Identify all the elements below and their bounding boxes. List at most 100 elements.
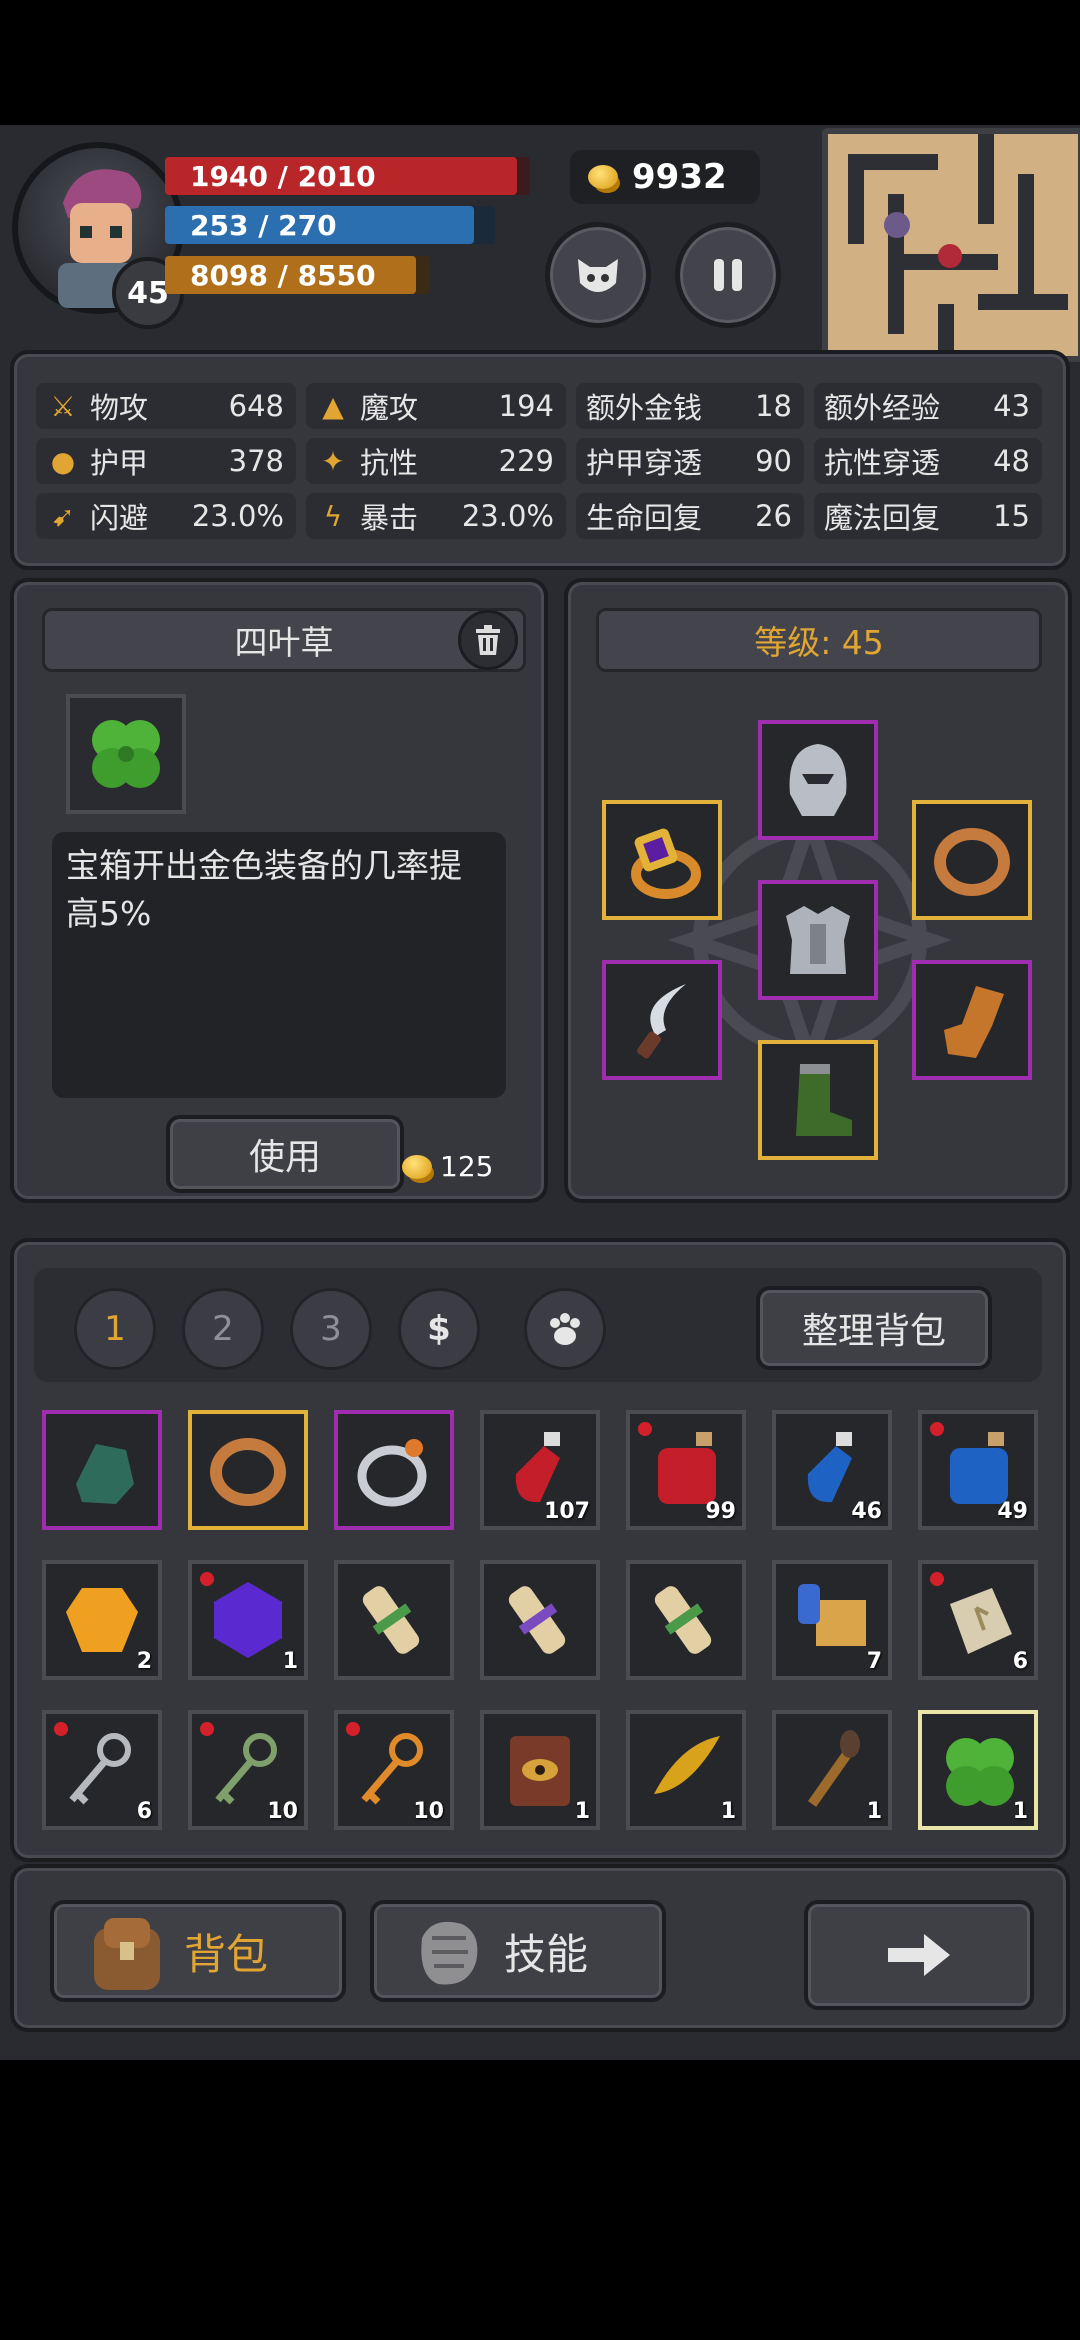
item-quantity: 6: [1012, 1649, 1028, 1674]
rune-stone-icon: [950, 1588, 1012, 1654]
inventory-slot[interactable]: 1: [626, 1710, 746, 1830]
stat-label: 魔法回复: [824, 501, 941, 535]
discard-button[interactable]: [458, 610, 518, 670]
inventory-slot[interactable]: 6: [42, 1710, 162, 1830]
inventory-slot[interactable]: 10: [334, 1710, 454, 1830]
inventory-slot[interactable]: 1: [772, 1710, 892, 1830]
sell-price: 125: [402, 1150, 493, 1183]
clover-icon: [946, 1738, 1014, 1806]
fist-icon: [421, 1921, 478, 1985]
inventory-slot[interactable]: 46: [772, 1410, 892, 1530]
bag-label: 背包: [184, 1929, 269, 1979]
item-quantity: 7: [866, 1649, 882, 1674]
equip-slot-gloves[interactable]: [912, 960, 1032, 1080]
maze-wall: [938, 304, 954, 354]
silver-key-icon: [69, 1733, 131, 1805]
gauntlet-icon: [76, 1444, 134, 1504]
feather-icon: [654, 1736, 720, 1794]
inventory-slot[interactable]: 1: [188, 1560, 308, 1680]
inventory-slot[interactable]: [42, 1410, 162, 1530]
equipment-level: 等级: 45: [754, 623, 884, 662]
inventory-slot[interactable]: 6: [918, 1560, 1038, 1680]
gold-amount: 9932: [632, 157, 727, 197]
minimap[interactable]: [822, 128, 1080, 362]
enemy-marker: [938, 244, 962, 268]
stat-3: 额外经验 43: [814, 383, 1042, 429]
stat-label: 护甲穿透: [586, 446, 703, 480]
bag-button[interactable]: 背包: [50, 1900, 346, 2002]
purple-gem-ring-icon: [631, 828, 701, 899]
item-name-bar: 四叶草: [42, 608, 526, 672]
tab-pet[interactable]: [524, 1288, 606, 1370]
pause-button[interactable]: [675, 222, 781, 328]
inventory-slot[interactable]: 2: [42, 1560, 162, 1680]
stat-2: 额外金钱 18: [576, 383, 804, 429]
stat-value: 18: [755, 389, 792, 423]
tab-label: 2: [212, 1309, 234, 1349]
next-button[interactable]: [804, 1900, 1034, 2010]
tab-page-2[interactable]: 2: [182, 1288, 264, 1370]
inventory-slot[interactable]: 1: [918, 1710, 1038, 1830]
running-icon: ➹: [51, 499, 75, 533]
inventory-slot[interactable]: [188, 1410, 308, 1530]
new-item-dot: [200, 1572, 214, 1586]
tab-page-3[interactable]: 3: [290, 1288, 372, 1370]
stat-label: 暴击: [360, 501, 419, 535]
arrow-right-icon: [888, 1934, 950, 1976]
orange-gem-icon: [66, 1588, 138, 1652]
stat-0: ⚔ 物攻 648: [36, 383, 296, 429]
skill-label: 技能: [504, 1929, 589, 1979]
equip-slot-helmet[interactable]: [758, 720, 878, 840]
map-scroll-icon: [798, 1584, 866, 1646]
equip-slot-ring-left[interactable]: [602, 800, 722, 920]
item-quantity: 10: [267, 1799, 298, 1824]
pause-icon: [714, 259, 742, 291]
inventory-slot[interactable]: 7: [772, 1560, 892, 1680]
sort-inventory-button[interactable]: 整理背包: [756, 1286, 992, 1370]
mp-text: 253 / 270: [190, 208, 337, 242]
stat-label: 生命回复: [586, 501, 703, 535]
hp-text: 1940 / 2010: [190, 159, 376, 193]
armor-icon: [786, 906, 850, 974]
new-item-dot: [54, 1722, 68, 1736]
maze-wall: [1018, 174, 1034, 304]
sword-icon: ⚔: [50, 389, 76, 423]
item-quantity: 107: [544, 1499, 590, 1524]
stat-label: 额外经验: [824, 391, 941, 425]
equip-slot-weapon[interactable]: [602, 960, 722, 1080]
tab-label: $: [427, 1309, 451, 1349]
stat-label: 物攻: [90, 391, 149, 425]
purple-gem-icon: [214, 1582, 282, 1658]
inventory-slot[interactable]: 10: [188, 1710, 308, 1830]
eye-book-icon: [510, 1736, 570, 1806]
inventory-slot[interactable]: 49: [918, 1410, 1038, 1530]
new-item-dot: [638, 1422, 652, 1436]
item-quantity: 10: [413, 1799, 444, 1824]
inventory-slot[interactable]: [480, 1560, 600, 1680]
stat-value: 26: [755, 499, 792, 533]
inventory-slot[interactable]: [334, 1560, 454, 1680]
pet-button[interactable]: [545, 222, 651, 328]
inventory-slot[interactable]: [626, 1560, 746, 1680]
tab-shop[interactable]: $: [398, 1288, 480, 1370]
xp-text: 8098 / 8550: [190, 258, 376, 292]
tab-page-1[interactable]: 1: [74, 1288, 156, 1370]
equip-slot-armor[interactable]: [758, 880, 878, 1000]
stat-label: 护甲: [90, 446, 149, 480]
use-button[interactable]: 使用: [166, 1115, 404, 1193]
inventory-slot[interactable]: 107: [480, 1410, 600, 1530]
stat-1: ▲ 魔攻 194: [306, 383, 566, 429]
stat-4: ● 护甲 378: [36, 438, 296, 484]
stat-value: 648: [228, 389, 284, 423]
equip-slot-boots[interactable]: [758, 1040, 878, 1160]
skill-button[interactable]: 技能: [370, 1900, 666, 2002]
item-quantity: 6: [136, 1799, 152, 1824]
inventory-slot[interactable]: 99: [626, 1410, 746, 1530]
stat-value: 23.0%: [461, 499, 554, 533]
bronze-ring-icon: [934, 828, 1010, 896]
inventory-slot[interactable]: 1: [480, 1710, 600, 1830]
equip-slot-ring-right[interactable]: [912, 800, 1032, 920]
inventory-slot[interactable]: [334, 1410, 454, 1530]
hp-bar: 1940 / 2010: [165, 157, 517, 195]
item-quantity: 1: [866, 1799, 882, 1824]
